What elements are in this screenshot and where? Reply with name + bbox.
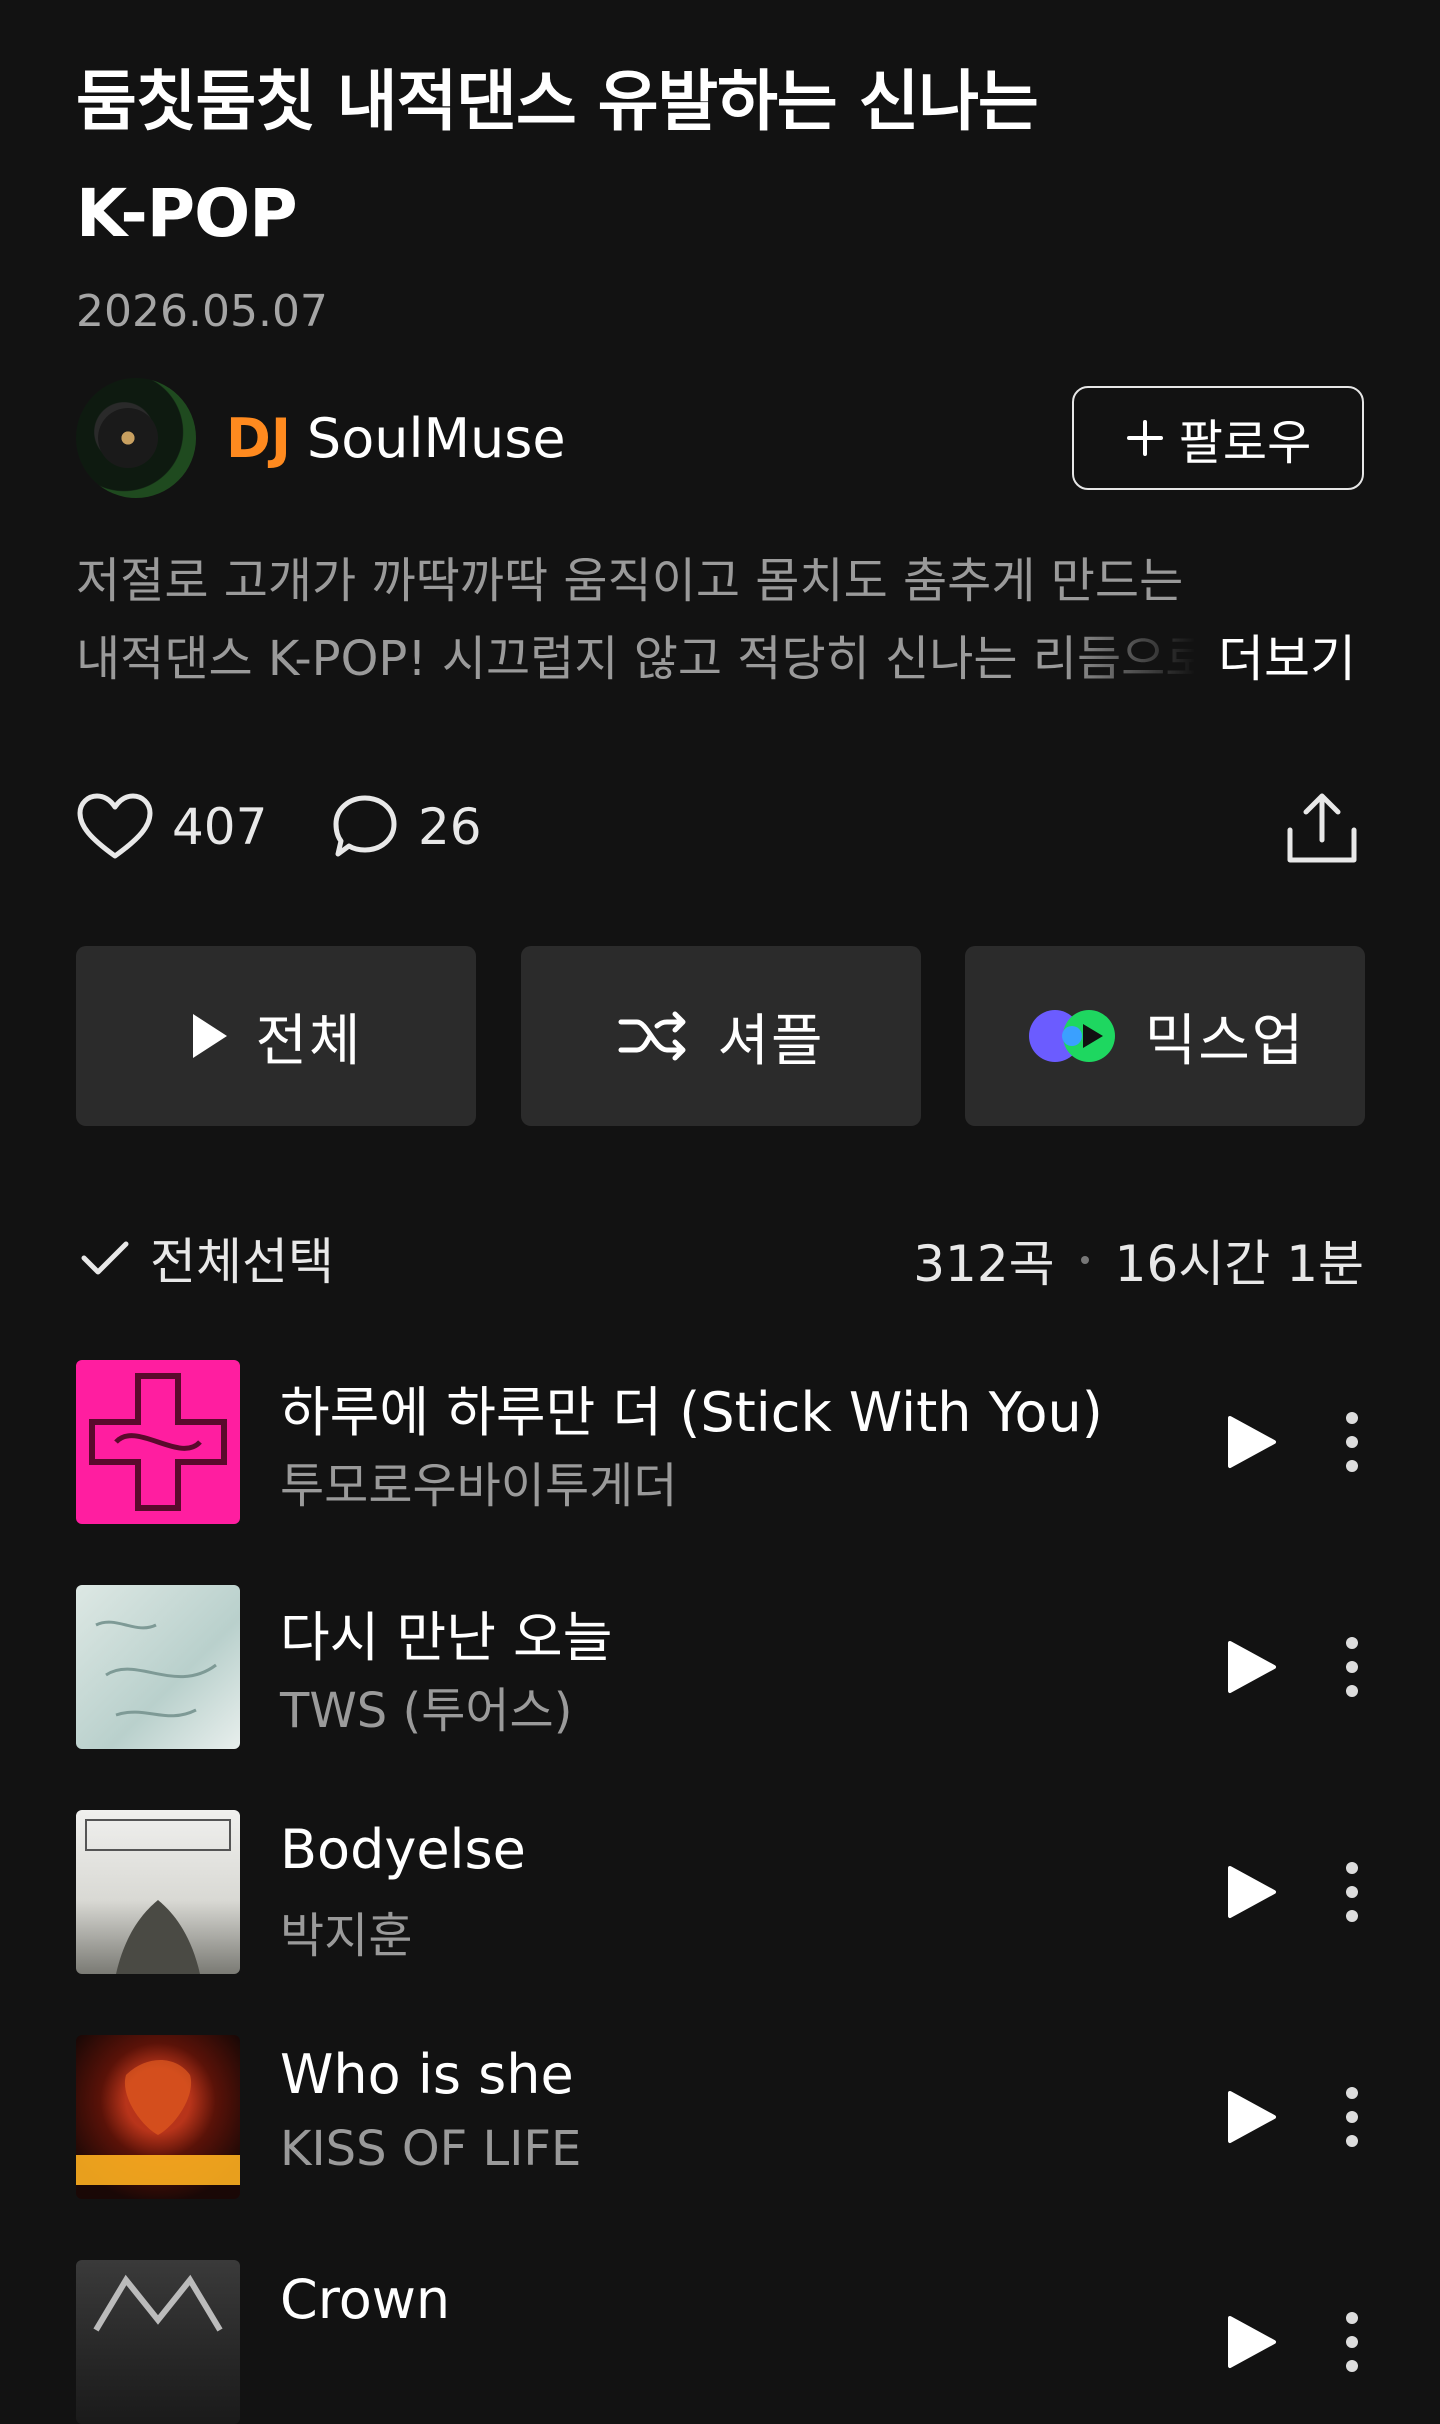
shuffle-button[interactable]: 셔플 (521, 946, 921, 1126)
track-row[interactable]: Who is she KISS OF LIFE (76, 2035, 1366, 2199)
select-all-label: 전체선택 (150, 1233, 334, 1291)
track-row[interactable]: 하루에 하루만 더 (Stick With You) 투모로우바이투게더 (76, 1360, 1366, 1524)
play-icon[interactable] (1218, 2085, 1282, 2149)
shuffle-label: 셔플 (717, 1008, 825, 1074)
track-row[interactable]: Crown (76, 2260, 1366, 2424)
track-artist: 박지훈 (280, 1908, 413, 1964)
track-title: Who is she (280, 2043, 574, 2106)
track-artist: KISS OF LIFE (280, 2121, 582, 2177)
list-summary: 312곡 16시간 1분 (913, 1224, 1364, 1296)
album-cover (76, 2035, 240, 2199)
heart-icon (77, 793, 153, 859)
album-cover (76, 1810, 240, 1974)
play-icon[interactable] (1218, 1410, 1282, 1474)
song-count: 312곡 (913, 1235, 1055, 1293)
plus-icon (1126, 420, 1163, 456)
dj-name[interactable]: DJ SoulMuse (226, 404, 566, 474)
track-title: Bodyelse (280, 1818, 526, 1881)
comment-icon (333, 795, 397, 857)
dj-username: SoulMuse (306, 407, 566, 470)
shuffle-icon (618, 1011, 686, 1061)
more-vertical-icon[interactable] (1342, 1860, 1362, 1924)
comment-button[interactable]: 26 (330, 792, 482, 862)
like-count: 407 (172, 798, 268, 856)
select-all-button[interactable]: 전체선택 (80, 1222, 334, 1294)
more-vertical-icon[interactable] (1342, 1410, 1362, 1474)
more-button[interactable]: 더보기 (1218, 620, 1356, 698)
play-icon[interactable] (1218, 1635, 1282, 1699)
playlist-title-line1: 둠칫둠칫 내적댄스 유발하는 신나는 (76, 63, 1039, 140)
track-artist: TWS (투어스) (280, 1683, 573, 1739)
follow-label: 팔로우 (1178, 415, 1312, 471)
dj-tag: DJ (226, 407, 291, 470)
playlist-date: 2026.05.07 (76, 286, 328, 337)
playlist-title-line2: K-POP (76, 175, 298, 252)
description-line1: 저절로 고개가 까딱까딱 움직이고 몸치도 춤추게 만드는 (76, 553, 1184, 609)
play-all-label: 전체 (255, 1008, 363, 1074)
share-icon[interactable] (1284, 790, 1360, 866)
more-vertical-icon[interactable] (1342, 1635, 1362, 1699)
mixup-icon (1028, 1010, 1115, 1062)
comment-count: 26 (418, 798, 482, 856)
play-icon[interactable] (1218, 1860, 1282, 1924)
album-cover (76, 1360, 240, 1524)
like-button[interactable]: 407 (76, 792, 267, 862)
track-title: 하루에 하루만 더 (Stick With You) (280, 1381, 1103, 1444)
track-artist: 투모로우바이투게더 (280, 1458, 678, 1514)
total-duration: 16시간 1분 (1114, 1235, 1364, 1293)
track-row[interactable]: 다시 만난 오늘 TWS (투어스) (76, 1585, 1366, 1749)
follow-button[interactable]: 팔로우 (1072, 386, 1364, 490)
track-title: Crown (280, 2268, 451, 2331)
track-row[interactable]: Bodyelse 박지훈 (76, 1810, 1366, 1974)
check-icon (81, 1241, 129, 1275)
album-cover (76, 1585, 240, 1749)
play-icon (193, 1014, 228, 1058)
playlist-description: 저절로 고개가 까딱까딱 움직이고 몸치도 춤추게 만드는 내적댄스 K-POP… (76, 542, 1366, 698)
track-title: 다시 만난 오늘 (280, 1606, 613, 1669)
dj-avatar[interactable] (76, 378, 196, 498)
separator-dot (1080, 1256, 1089, 1264)
more-vertical-icon[interactable] (1342, 2085, 1362, 2149)
mixup-button[interactable]: 믹스업 (965, 946, 1365, 1126)
play-icon[interactable] (1218, 2310, 1282, 2374)
play-all-button[interactable]: 전체 (76, 946, 476, 1126)
description-line2: 내적댄스 K-POP! 시끄럽지 않고 적당히 신나는 리듬으로 (76, 631, 1196, 687)
playlist-title: 둠칫둠칫 내적댄스 유발하는 신나는 K-POP (76, 46, 1276, 270)
mixup-label: 믹스업 (1144, 1008, 1306, 1074)
more-vertical-icon[interactable] (1342, 2310, 1362, 2374)
album-cover (76, 2260, 240, 2424)
